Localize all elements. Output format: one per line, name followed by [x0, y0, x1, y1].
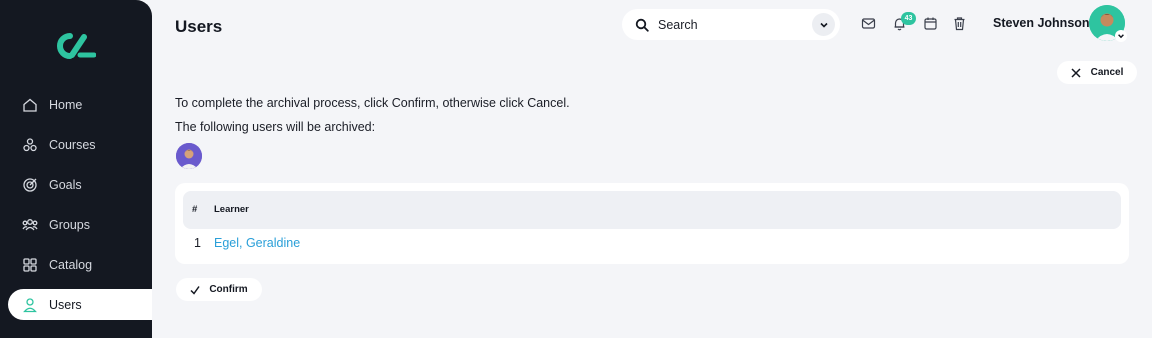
sidebar-item-label: Users: [49, 297, 82, 312]
notification-badge: 43: [901, 12, 916, 25]
sidebar-item-catalog[interactable]: Catalog: [0, 249, 152, 281]
sidebar-nav: Home Courses Goals Groups Catalog Users: [0, 89, 152, 328]
page-title: Users: [175, 17, 223, 36]
check-icon: [190, 285, 200, 295]
sidebar-item-label: Groups: [49, 218, 90, 232]
column-header-number[interactable]: #: [192, 204, 197, 215]
chevron-down-icon: [1118, 34, 1124, 39]
archive-subheading: The following users will be archived:: [175, 120, 376, 134]
sidebar-item-home[interactable]: Home: [0, 89, 152, 121]
cancel-button[interactable]: Cancel: [1057, 61, 1137, 84]
sidebar-item-groups[interactable]: Groups: [0, 209, 152, 241]
sidebar: Home Courses Goals Groups Catalog Users: [0, 0, 152, 338]
catalog-icon: [23, 258, 37, 272]
row-number: 1: [194, 236, 201, 250]
search-bar[interactable]: Search: [622, 9, 840, 40]
sidebar-item-users[interactable]: Users: [8, 289, 152, 320]
learner-link[interactable]: Egel, Geraldine: [214, 236, 300, 250]
sidebar-item-label: Goals: [49, 178, 82, 192]
home-icon: [23, 98, 37, 112]
calendar-icon[interactable]: [923, 16, 938, 31]
account-menu-toggle[interactable]: [1115, 30, 1127, 42]
sidebar-item-label: Courses: [49, 138, 96, 152]
groups-icon: [22, 219, 38, 231]
close-icon: [1071, 67, 1081, 78]
user-photo: [176, 143, 202, 169]
sidebar-item-label: Home: [49, 98, 83, 112]
trash-icon[interactable]: [952, 16, 967, 31]
sidebar-item-courses[interactable]: Courses: [0, 129, 152, 161]
instruction-text: To complete the archival process, click …: [175, 96, 570, 110]
sidebar-item-label: Catalog: [49, 258, 93, 272]
goals-icon: [23, 178, 37, 192]
brand-logo-icon[interactable]: [56, 33, 96, 59]
search-icon: [635, 18, 649, 32]
cancel-button-label: Cancel: [1090, 67, 1124, 78]
confirm-button[interactable]: Confirm: [176, 278, 262, 301]
column-header-learner[interactable]: Learner: [214, 204, 249, 215]
user-name[interactable]: Steven Johnson: [993, 16, 1090, 30]
sidebar-item-goals[interactable]: Goals: [0, 169, 152, 201]
user-icon: [23, 297, 37, 312]
mail-icon[interactable]: [861, 16, 876, 31]
search-input[interactable]: Search: [658, 18, 698, 32]
archived-user-avatar: [176, 143, 202, 169]
users-table: # Learner 1 Egel, Geraldine: [175, 183, 1129, 264]
confirm-button-label: Confirm: [209, 284, 248, 295]
search-dropdown-button[interactable]: [812, 13, 835, 36]
table-header: # Learner: [183, 191, 1121, 229]
chevron-down-icon: [819, 22, 828, 28]
courses-icon: [23, 138, 37, 152]
